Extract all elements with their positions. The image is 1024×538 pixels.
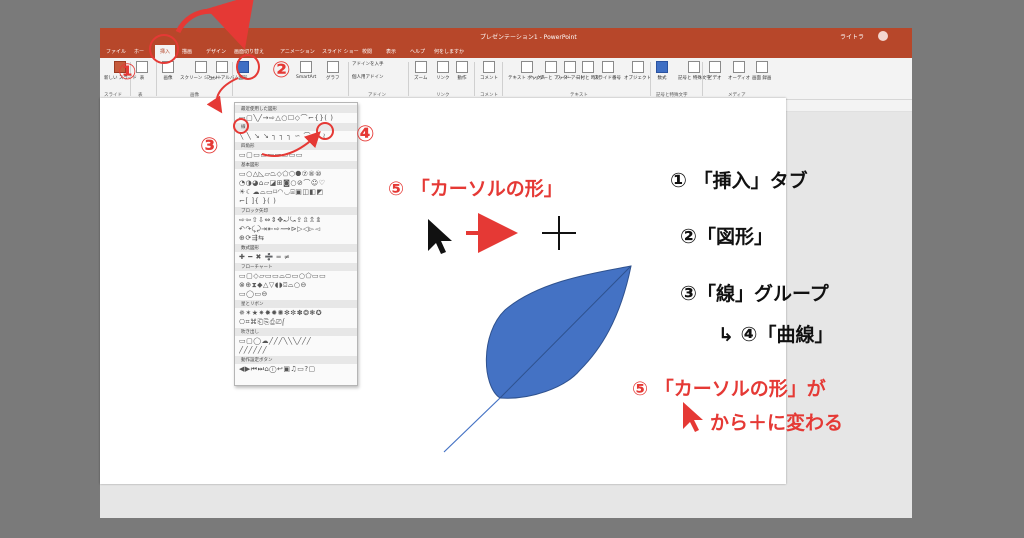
shapes-button-highlight: [236, 54, 260, 80]
legend-item-3: ③「線」グループ: [680, 281, 829, 305]
crosshair-cursor-icon: [542, 216, 576, 250]
step2-marker: ②: [272, 58, 291, 83]
step5-line2: から＋に変わる: [710, 412, 844, 434]
arrow-lines-to-curve: [261, 131, 321, 157]
step5-line1: ⑤ 「カーソルの形」が: [632, 378, 826, 400]
leaf-stem-line: [443, 397, 501, 453]
annotation-overlay: [175, 0, 703, 453]
arrow-shapes-to-menu: [206, 77, 239, 114]
leaf-shape[interactable]: [485, 265, 632, 399]
mouse-pointer-icon: [428, 219, 452, 254]
step4-marker: ④: [356, 122, 375, 147]
legend-item-4: ↳ ④「曲線」: [718, 322, 834, 346]
step1-marker: ①: [118, 60, 137, 85]
red-pointer-icon: [683, 402, 703, 432]
legend-item-1: ① 「挿入」タブ: [670, 168, 808, 192]
step3-marker: ③: [200, 134, 219, 159]
arrow-insert-to-shapes: [175, 0, 255, 50]
legend-item-2: ②「図形」: [680, 224, 773, 248]
lines-category-highlight: [233, 118, 249, 134]
cursor-title: ⑤ 「カーソルの形」: [388, 178, 563, 200]
insert-tab-highlight: [149, 34, 179, 64]
curve-shape-highlight: [316, 122, 334, 140]
